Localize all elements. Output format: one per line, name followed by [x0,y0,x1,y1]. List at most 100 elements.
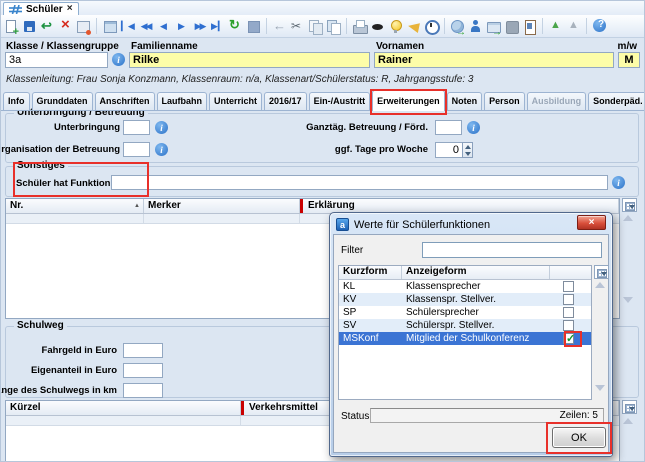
navigate-back-icon[interactable] [271,18,288,35]
info-icon[interactable] [612,176,625,189]
save-icon[interactable] [21,18,38,35]
column-anzeigeform[interactable]: Anzeigeform [401,266,549,279]
reminder-icon[interactable] [423,18,440,35]
info-icon[interactable] [155,143,168,156]
import-icon[interactable] [547,18,564,35]
main-toolbar [1,15,644,38]
table-row-sp[interactable]: SP Schülersprecher [339,306,591,319]
schuelerfunktionen-dialog: Werte für Schülerfunktionen Filter Kurzf… [329,212,613,457]
delete-record-icon[interactable] [57,18,74,35]
familienname-label: Familienname [131,41,198,52]
tab-schuljahr[interactable]: 2016/17 [264,92,307,110]
undo-icon[interactable] [39,18,56,35]
tab-ein-austritt[interactable]: Ein-/Austritt [309,92,371,110]
tab-sonderpaed[interactable]: Sonderpäd. [588,92,645,110]
refresh-icon[interactable] [227,18,244,35]
familienname-input[interactable] [129,52,370,68]
spin-up-icon[interactable] [463,143,472,150]
filter-input[interactable] [422,242,602,258]
row-checkbox[interactable] [563,281,574,292]
cancel-icon[interactable] [245,18,262,35]
ganztag-input[interactable] [435,120,462,135]
funktion-input[interactable] [111,175,608,190]
scroll-down-icon[interactable] [623,297,633,303]
laenge-input[interactable] [123,383,163,398]
mskonf-checkbox[interactable] [563,333,574,344]
last-record-icon[interactable] [209,18,226,35]
ok-button[interactable]: OK [552,427,606,448]
column-kurzform[interactable]: Kurzform [339,266,401,279]
new-record-icon[interactable] [3,18,20,35]
export-folder-icon[interactable] [485,18,502,35]
scroll-up-icon[interactable] [623,215,633,221]
klasse-label: Klasse / Klassengruppe [6,41,119,52]
grid-options-icon[interactable] [622,198,637,212]
tab-anschriften[interactable]: Anschriften [95,92,155,110]
student-report-icon[interactable] [521,18,538,35]
info-icon[interactable] [467,121,480,134]
web-export-icon[interactable] [449,18,466,35]
export-icon[interactable] [565,18,582,35]
paste-icon[interactable] [325,18,342,35]
row-checkbox[interactable] [563,307,574,318]
toolbar-separator [586,18,587,34]
hint-icon[interactable] [387,18,404,35]
document-tab-schueler[interactable]: Schüler [3,2,79,15]
dialog-titlebar[interactable]: Werte für Schülerfunktionen [336,216,490,233]
info-icon[interactable] [155,121,168,134]
tab-erweiterungen[interactable]: Erweiterungen [372,90,445,111]
edit-record-icon[interactable] [75,18,92,35]
tab-noten[interactable]: Noten [447,92,483,110]
klasse-input[interactable] [5,52,108,68]
help-icon[interactable] [591,18,608,35]
tab-unterricht[interactable]: Unterricht [209,92,262,110]
column-kuerzel[interactable]: Kürzel [6,401,241,415]
scroll-down-icon[interactable] [595,385,605,391]
row-checkbox[interactable] [563,320,574,331]
prior-page-icon[interactable] [137,18,154,35]
column-merker[interactable]: Merker [144,199,300,213]
table-row-kv[interactable]: KV Klassenspr. Stellver. [339,293,591,306]
table-row-mskonf[interactable]: MSKonf Mitglied der Schulkonferenz [339,332,591,345]
vornamen-input[interactable] [374,52,614,68]
print-icon[interactable] [351,18,368,35]
tab-person[interactable]: Person [484,92,525,110]
spin-down-icon[interactable] [463,150,472,157]
geschlecht-input[interactable] [618,52,640,68]
announcement-icon[interactable] [405,18,422,35]
tab-laufbahn[interactable]: Laufbahn [157,92,208,110]
scroll-up-icon[interactable] [595,282,605,288]
prior-record-icon[interactable] [155,18,172,35]
copy-window-icon[interactable] [101,18,118,35]
first-record-icon[interactable] [119,18,136,35]
tab-info[interactable]: Info [3,92,30,110]
unterbringung-input[interactable] [123,120,150,135]
record-header: Klasse / Klassengruppe Familienname Vorn… [1,38,644,89]
preview-icon[interactable] [369,18,386,35]
fahrgeld-label: Fahrgeld in Euro [42,345,117,356]
column-erklaerung[interactable]: Erklärung [300,199,619,213]
info-icon[interactable] [112,53,125,66]
dialog-close-icon[interactable] [577,215,606,230]
copy-icon[interactable] [307,18,324,35]
row-checkbox[interactable] [563,294,574,305]
tage-spinner[interactable] [462,142,473,158]
grid-options-icon[interactable] [594,265,609,279]
next-record-icon[interactable] [173,18,190,35]
organisation-input[interactable] [123,142,150,157]
table-row-sv[interactable]: SV Schülerspr. Stellver. [339,319,591,332]
grid-options-icon[interactable] [622,400,637,414]
eigenanteil-input[interactable] [123,363,163,378]
tage-input[interactable] [435,142,463,158]
column-checkbox[interactable] [549,266,591,279]
close-tab-icon[interactable] [67,4,73,14]
tab-grunddaten[interactable]: Grunddaten [32,92,93,110]
scroll-up-icon[interactable] [623,418,633,424]
column-nr[interactable]: Nr. [6,199,144,213]
cut-icon[interactable] [289,18,306,35]
student-icon[interactable] [467,18,484,35]
archive-icon[interactable] [503,18,520,35]
next-page-icon[interactable] [191,18,208,35]
table-row-kl[interactable]: KL Klassensprecher [339,280,591,293]
fahrgeld-input[interactable] [123,343,163,358]
